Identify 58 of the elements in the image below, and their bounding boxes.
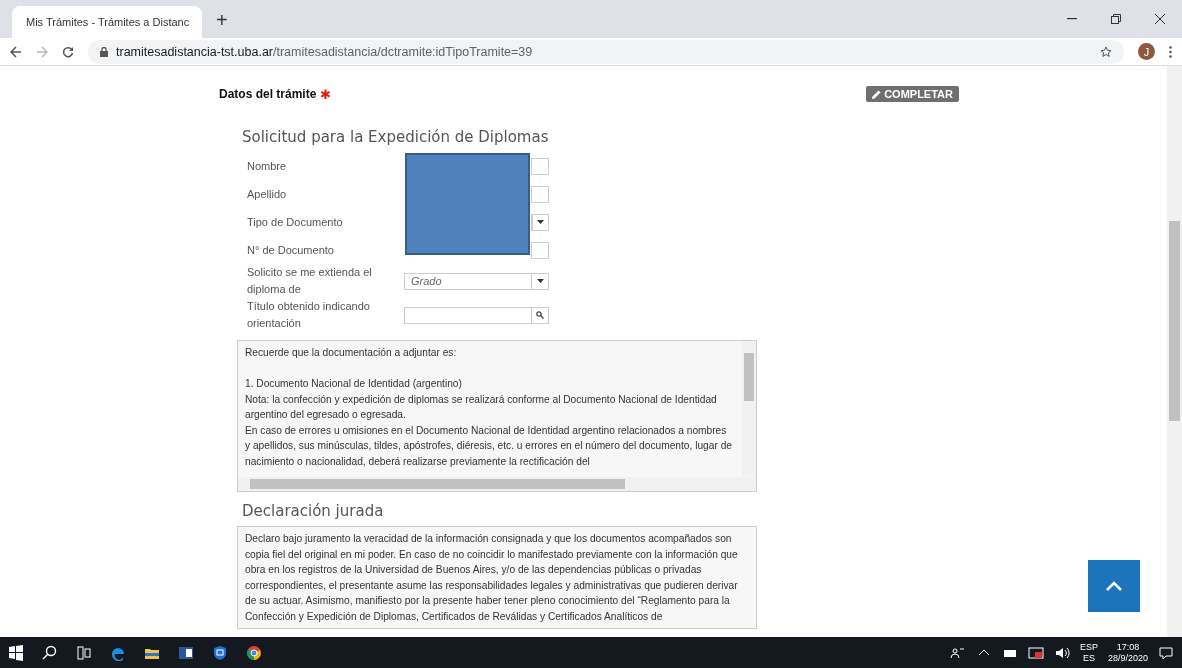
chrome-browser-icon[interactable] [246, 645, 262, 661]
new-tab-button[interactable]: + [216, 9, 228, 32]
clock-date[interactable]: 28/9/2020 [1107, 653, 1148, 664]
field-label: N° de Documento [247, 242, 335, 258]
declaration-text: Declaro bajo juramento la veracidad de la información consignada y que los documentos acompañados son copia fiel del original en mi poder. En caso de no coincidir lo manifestado previamente con la información que obra en los registros de la Universidad de Buenos Aires, y/o de las dependencias públicas o privadas correspondientes, el presentante asume las responsabilidades legales y administrativas que pudieren derivar de su actuar. Asimismo, manifiesto por la presente haber tener pleno conocimiento del “Reglamento para la Confección y Expedición de Diplomas, Certificados de Reválidas y Certificados Analíticos de [237, 526, 757, 629]
field-label: Título obtenido indicando orientación [247, 299, 371, 331]
tab-title: Mis Trámites - Trámites a Distanc [26, 16, 190, 28]
scrollbar-thumb[interactable] [1169, 221, 1180, 421]
clock-time[interactable]: 17:08 [1116, 642, 1140, 653]
browser-tab[interactable]: Mis Trámites - Trámites a Distanc [12, 6, 202, 38]
scrollbar-thumb[interactable] [744, 353, 754, 401]
people-icon[interactable] [949, 645, 966, 661]
menu-icon[interactable] [1169, 45, 1172, 58]
section-title: Datos del trámite [219, 87, 317, 101]
paragraph: Recuerde que la documentación a adjuntar es: [245, 346, 458, 360]
task-view-icon[interactable] [76, 645, 92, 661]
field-label: Apellido [247, 186, 288, 202]
field-label: Solicito se me extienda el diploma de [247, 265, 373, 297]
section-heading: Declaración jurada [242, 502, 385, 520]
field-label: Nombre [247, 158, 288, 174]
form-title: Solicitud para la Expedición de Diplomas [242, 128, 550, 146]
keyboard-layout[interactable]: ES [1082, 653, 1095, 664]
input-field[interactable] [531, 185, 549, 203]
notification-icon[interactable] [1158, 645, 1174, 661]
address-bar[interactable]: tramitesadistancia-tst.uba.ar/tramitesadistancia/dctramite:idTipoTramite=39 [88, 39, 1124, 64]
paragraph: 1. Documento Nacional de Identidad (argentino) [245, 377, 463, 391]
required-mark: ✱ [320, 86, 332, 102]
caret-icon [537, 220, 544, 224]
close-icon[interactable] [1155, 14, 1165, 24]
star-icon[interactable] [1100, 45, 1112, 58]
caret-icon [536, 279, 544, 283]
profile-avatar[interactable]: J [1138, 43, 1155, 60]
search-icon [536, 311, 544, 319]
shield-icon[interactable] [212, 645, 228, 661]
app-tray-icon[interactable] [1027, 645, 1044, 661]
input-field[interactable] [531, 241, 549, 259]
search-icon[interactable] [42, 645, 58, 661]
edge-browser-icon[interactable] [110, 645, 126, 661]
minimize-icon[interactable] [1067, 18, 1077, 20]
field-label: Tipo de Documento [247, 214, 344, 230]
speaker-icon[interactable] [1053, 645, 1070, 661]
dropdown[interactable]: Grado [404, 272, 549, 290]
paragraph: Nota: la confección y expedición de diplomas se realizará conforme al Documento Nacional de Identidad argentino del egresado o egresada. [245, 392, 718, 422]
search-field[interactable] [404, 306, 549, 324]
dropdown[interactable] [531, 213, 549, 231]
chevron-up-icon [1106, 581, 1122, 591]
input-language[interactable]: ESP [1079, 642, 1098, 653]
scrollbar-thumb[interactable] [250, 479, 625, 489]
reload-icon[interactable] [62, 45, 74, 58]
back-icon[interactable] [10, 45, 22, 58]
input-field[interactable] [531, 157, 549, 175]
complete-button[interactable]: COMPLETAR [866, 86, 959, 102]
windows-icon[interactable] [8, 645, 24, 661]
text-area[interactable] [237, 340, 757, 492]
lock-icon [100, 46, 108, 57]
paragraph: En caso de errores u omisiones en el Documento Nacional de Identidad argentino relacionados a nombres y apellidos, sus minúsculas, tildes, apóstrofes, diéresis, etc. u errores en el número del documento, lugar de nacimiento o nacionalidad, deberá realizarse previamente la rectificación del [245, 423, 733, 469]
pencil-icon [872, 89, 882, 99]
restore-icon[interactable] [1111, 14, 1121, 24]
